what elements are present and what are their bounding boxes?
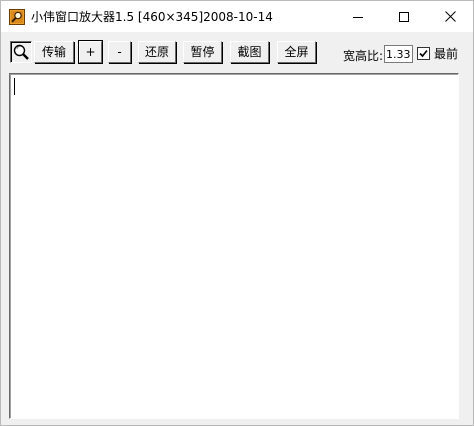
topmost-label[interactable]: 最前: [434, 46, 458, 62]
magnifier-button[interactable]: [10, 41, 32, 63]
title-bar[interactable]: 小伟窗口放大器1.5 [460×345]2008-10-14: [1, 1, 473, 32]
magnifier-app-icon: [9, 9, 25, 25]
maximize-icon: [399, 11, 409, 22]
zoom-in-button[interactable]: +: [78, 40, 103, 64]
magnifier-window: 小伟窗口放大器1.5 [460×345]2008-10-14 传输 + - 还原…: [0, 0, 474, 426]
close-button[interactable]: [427, 1, 473, 32]
toolbar: 传输 + - 还原 暂停 截图 全屏 宽高比: 最前: [1, 32, 473, 72]
zoom-out-button[interactable]: -: [108, 41, 131, 63]
aspect-ratio-input[interactable]: [384, 45, 413, 63]
magnifier-icon: [13, 44, 29, 60]
close-icon: [444, 11, 456, 22]
maximize-button[interactable]: [381, 1, 427, 32]
window-title: 小伟窗口放大器1.5 [460×345]2008-10-14: [31, 10, 273, 24]
aspect-ratio-label: 宽高比:: [343, 49, 384, 63]
minimize-icon: [353, 16, 363, 18]
restore-button[interactable]: 还原: [138, 41, 176, 63]
topmost-checkbox[interactable]: [417, 47, 430, 60]
pause-button[interactable]: 暂停: [183, 41, 222, 63]
capture-button[interactable]: 截图: [230, 41, 269, 63]
text-caret: [14, 78, 15, 95]
transfer-button[interactable]: 传输: [34, 41, 74, 63]
magnified-view[interactable]: [9, 73, 459, 419]
fullscreen-button[interactable]: 全屏: [277, 41, 316, 63]
checkmark-icon: [419, 49, 428, 58]
minimize-button[interactable]: [335, 1, 381, 32]
